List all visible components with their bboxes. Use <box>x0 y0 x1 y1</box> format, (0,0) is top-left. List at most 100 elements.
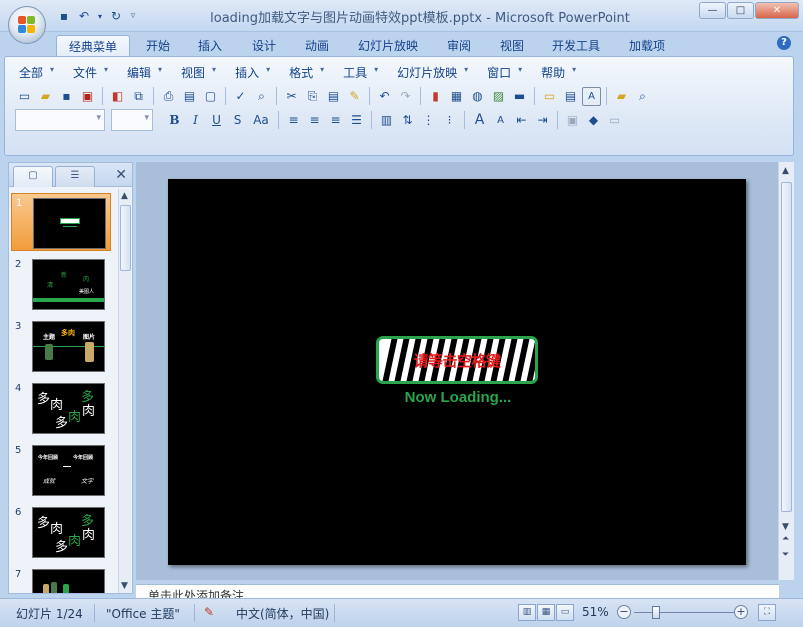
font-shrink-button[interactable]: A <box>491 111 510 130</box>
next-slide-icon[interactable]: ⏷ <box>782 550 789 560</box>
slideshow-view-button[interactable]: ▭ <box>556 604 574 621</box>
tab-home[interactable]: 开始 <box>134 35 182 56</box>
arrange-icon[interactable]: ▣ <box>563 111 582 130</box>
menu-insert[interactable]: 插入 <box>231 64 273 81</box>
menu-tools[interactable]: 工具 <box>339 64 381 81</box>
increase-indent-icon[interactable]: ⇥ <box>533 111 552 130</box>
scroll-up-icon[interactable]: ▲ <box>121 191 128 201</box>
shapes-icon[interactable]: ◆ <box>584 111 603 130</box>
paste-icon[interactable]: ▤ <box>324 87 343 106</box>
slide-scrollbar[interactable]: ▲ ▼ ⏶ ⏷ <box>778 162 794 580</box>
slide-thumbnail[interactable]: 3 主题 多肉 图片 <box>11 317 111 375</box>
text-direction-icon[interactable]: ⇅ <box>398 111 417 130</box>
open-icon[interactable]: ▰ <box>36 87 55 106</box>
minimize-button[interactable]: — <box>699 2 726 19</box>
outline-tab[interactable]: ☰ <box>55 166 95 187</box>
normal-view-button[interactable]: ▥ <box>518 604 536 621</box>
tab-insert[interactable]: 插入 <box>186 35 234 56</box>
page-setup-icon[interactable]: ▢ <box>201 87 220 106</box>
notes-pane[interactable]: 单击此处添加备注 <box>136 584 779 598</box>
spelling-icon[interactable]: ✓ <box>231 87 250 106</box>
slide-thumbnail[interactable]: 5 今年回顾 今年回顾 成就 文字 <box>11 441 111 499</box>
font-size-combo[interactable] <box>111 109 153 131</box>
slide-thumbnail[interactable]: 2 清 新 肉 美图人 <box>11 255 111 313</box>
slide-thumbnail[interactable]: 1 <box>11 193 111 251</box>
format-painter-icon[interactable]: ✎ <box>345 87 364 106</box>
language-status[interactable]: 中文(简体，中国) <box>236 605 329 622</box>
clipart-icon[interactable]: ◍ <box>468 87 487 106</box>
bullets-icon[interactable]: ⋮ <box>419 111 438 130</box>
folder-icon[interactable]: ▰ <box>612 87 631 106</box>
tab-view[interactable]: 视图 <box>488 35 536 56</box>
permission-icon[interactable]: ◧ <box>108 87 127 106</box>
bold-button[interactable]: B <box>165 111 184 130</box>
research-icon[interactable]: ⌕ <box>252 87 271 106</box>
slide-thumbnail[interactable]: 4 多 肉 多 肉 多 肉 <box>11 379 111 437</box>
font-grow-button[interactable]: A <box>470 111 489 130</box>
customize-qat-icon[interactable]: ▿ <box>128 8 138 24</box>
columns-icon[interactable]: ▥ <box>377 111 396 130</box>
slides-tab[interactable]: ▢ <box>13 166 53 187</box>
scrollbar-thumb[interactable] <box>120 205 131 271</box>
undo-icon[interactable]: ↶ <box>375 87 394 106</box>
close-button[interactable]: ✕ <box>755 2 799 19</box>
theme-name[interactable]: "Office 主题" <box>106 605 180 622</box>
tab-design[interactable]: 设计 <box>240 35 288 56</box>
scrollbar-thumb[interactable] <box>781 182 792 512</box>
attach-icon[interactable]: ⧉ <box>129 87 148 106</box>
menu-slideshow[interactable]: 幻灯片放映 <box>393 64 471 81</box>
menu-window[interactable]: 窗口 <box>483 64 525 81</box>
menu-file[interactable]: 文件 <box>69 64 111 81</box>
cut-icon[interactable]: ✂ <box>282 87 301 106</box>
tab-animation[interactable]: 动画 <box>293 35 341 56</box>
menu-view[interactable]: 视图 <box>177 64 219 81</box>
help-icon[interactable]: ? <box>777 36 791 50</box>
layout-icon[interactable]: ▤ <box>561 87 580 106</box>
decrease-indent-icon[interactable]: ⇤ <box>512 111 531 130</box>
zoom-out-button[interactable]: − <box>617 605 631 619</box>
redo-icon[interactable]: ↻ <box>108 8 124 24</box>
zoom-slider-handle[interactable] <box>652 606 660 619</box>
print-preview-icon[interactable]: ▤ <box>180 87 199 106</box>
tab-review[interactable]: 审阅 <box>435 35 483 56</box>
save-icon[interactable]: ▪ <box>57 87 76 106</box>
maximize-button[interactable]: □ <box>727 2 754 19</box>
change-case-button[interactable]: Aa <box>249 111 273 130</box>
close-icon[interactable]: ✕ <box>115 167 127 183</box>
office-button[interactable] <box>8 6 46 44</box>
menu-format[interactable]: 格式 <box>285 64 327 81</box>
previous-slide-icon[interactable]: ⏶ <box>782 534 789 544</box>
fit-to-window-button[interactable]: ⛶ <box>758 604 776 621</box>
scroll-up-icon[interactable]: ▲ <box>782 166 789 176</box>
tab-slideshow[interactable]: 幻灯片放映 <box>346 35 430 56</box>
align-center-icon[interactable]: ≡ <box>305 111 324 130</box>
line-icon[interactable]: ▬ <box>510 87 529 106</box>
numbering-icon[interactable]: ⁝ <box>440 111 459 130</box>
underline-button[interactable]: U <box>207 111 226 130</box>
zoom-slider-track[interactable] <box>634 612 740 613</box>
copy-icon[interactable]: ⎘ <box>303 87 322 106</box>
current-slide[interactable]: 请等击空格键 Now Loading... <box>168 179 746 565</box>
picture-icon[interactable]: ▨ <box>489 87 508 106</box>
menu-help[interactable]: 帮助 <box>537 64 579 81</box>
scroll-down-icon[interactable]: ▼ <box>782 522 789 532</box>
menu-all[interactable]: 全部 <box>15 64 57 81</box>
scroll-down-icon[interactable]: ▼ <box>121 581 128 591</box>
slides-scrollbar[interactable]: ▲ ▼ <box>118 189 131 593</box>
strikethrough-button[interactable]: S <box>228 111 247 130</box>
save-icon[interactable]: ▪ <box>56 8 72 24</box>
new-icon[interactable]: ▭ <box>15 87 34 106</box>
new-slide-icon[interactable]: ▭ <box>540 87 559 106</box>
slide-thumbnail[interactable]: 6 多 肉 多 肉 多 肉 <box>11 503 111 561</box>
zoom-in-button[interactable]: + <box>734 605 748 619</box>
chart-icon[interactable]: ▮ <box>426 87 445 106</box>
align-right-icon[interactable]: ≡ <box>326 111 345 130</box>
print-icon[interactable]: ⎙ <box>159 87 178 106</box>
tab-developer[interactable]: 开发工具 <box>540 35 612 56</box>
tab-classic-menu[interactable]: 经典菜单 <box>56 35 131 56</box>
table-icon[interactable]: ▦ <box>447 87 466 106</box>
spelling-status-icon[interactable]: ✎ <box>204 605 214 619</box>
shape-fill-icon[interactable]: ▭ <box>605 111 624 130</box>
justify-icon[interactable]: ☰ <box>347 111 366 130</box>
tab-addins[interactable]: 加载项 <box>617 35 677 56</box>
